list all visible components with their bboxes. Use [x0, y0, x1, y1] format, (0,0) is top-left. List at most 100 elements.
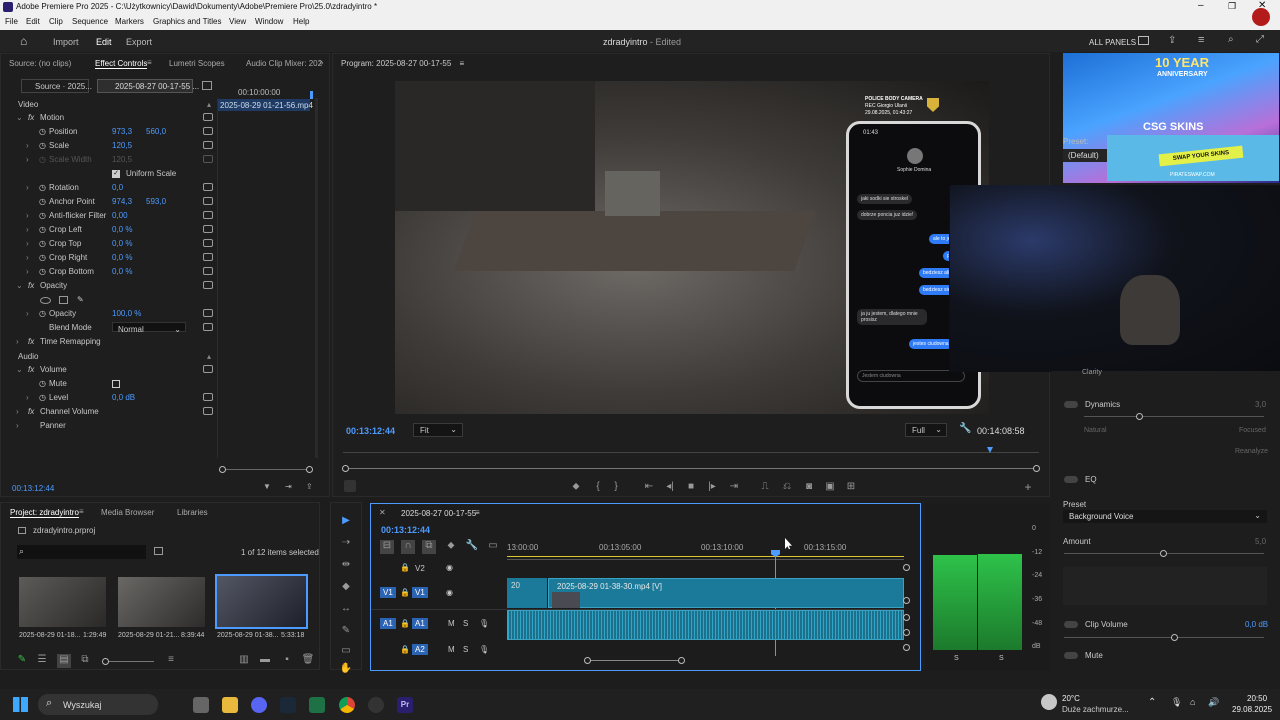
reset-icon[interactable] — [203, 141, 213, 149]
add-marker-icon[interactable]: ⬥ — [569, 481, 583, 495]
clip-volume-toggle[interactable] — [1064, 621, 1078, 628]
pen-tool-icon[interactable]: ✎ — [339, 625, 353, 639]
settings-wrench-icon[interactable]: 🔧 — [465, 540, 479, 554]
export-tab[interactable]: Export — [126, 37, 152, 47]
premiere-taskbar-icon[interactable]: Pr — [397, 697, 413, 713]
timeline-scroll-a1b[interactable] — [903, 629, 910, 636]
prop-panner[interactable]: › Panner — [1, 419, 216, 433]
sequence-tab[interactable]: 2025-08-27 00-17-55 — [401, 509, 476, 518]
extract-icon[interactable]: ⎌ — [780, 481, 794, 495]
program-timecode[interactable]: 00:13:12:44 — [346, 426, 395, 436]
tab-lumetri-scopes[interactable]: Lumetri Scopes — [169, 59, 225, 68]
zoom-scroll-track[interactable] — [223, 469, 309, 470]
stop-icon[interactable]: ■ — [684, 481, 698, 495]
prop-opacity[interactable]: › ◷ Opacity 100,0 % — [1, 307, 216, 321]
go-to-out-icon[interactable]: ⇥ — [727, 481, 741, 495]
menu-window[interactable]: Window — [255, 17, 283, 26]
prop-mute[interactable]: ◷ Mute — [1, 377, 216, 391]
hand-tool-icon[interactable]: ✋ — [339, 663, 353, 677]
sequence-dropdown[interactable]: 2025-08-27 00-17-55 ... — [97, 79, 199, 93]
reset-icon[interactable] — [203, 211, 213, 219]
timeline-scroll-a1[interactable] — [903, 614, 910, 621]
export-frame-icon[interactable]: ⇪ — [306, 482, 313, 491]
discord-icon[interactable] — [251, 697, 267, 713]
clock-date[interactable]: 29.08.2025 — [1232, 705, 1272, 714]
tab-project[interactable]: Project: zdradyintro — [10, 508, 79, 518]
zoom-handle-right[interactable] — [306, 466, 313, 473]
timeline-scroll-v2[interactable] — [903, 564, 910, 571]
premiere-avatar-icon[interactable] — [1252, 8, 1270, 26]
prop-rotation[interactable]: › ◷ Rotation 0,0 — [1, 181, 216, 195]
dynamics-thumb[interactable] — [1136, 413, 1143, 420]
compare-icon[interactable]: ▣ — [823, 481, 837, 495]
audio-collapse-icon[interactable]: ▴ — [207, 352, 211, 361]
close-icon[interactable]: ✕ — [379, 508, 386, 517]
program-settings-icon[interactable] — [344, 480, 356, 492]
reset-icon[interactable] — [203, 365, 213, 373]
prop-scale[interactable]: › ◷ Scale 120,5 — [1, 139, 216, 153]
prop-motion[interactable]: ⌄ fx Motion — [1, 111, 216, 125]
taskbar-search[interactable]: ⌕ Wyszukaj — [38, 694, 158, 715]
freeform-view-icon[interactable]: ⧉ — [78, 654, 92, 668]
mark-out-icon[interactable]: } — [609, 481, 623, 495]
timeline-h-left[interactable] — [584, 657, 591, 664]
amount-thumb[interactable] — [1160, 550, 1167, 557]
weather-icon[interactable] — [1041, 694, 1057, 710]
ripple-edit-icon[interactable]: ⇹ — [339, 559, 353, 573]
folder-icon[interactable]: ▬ — [258, 654, 272, 668]
solo-right[interactable]: S — [999, 655, 1004, 662]
go-to-in-icon[interactable]: ⇤ — [642, 481, 656, 495]
tab-menu-icon[interactable]: ≡ — [475, 508, 480, 517]
solo-left[interactable]: S — [954, 655, 959, 662]
add-marker-icon[interactable]: ⬥ — [444, 540, 458, 554]
audio-clip[interactable] — [507, 610, 904, 640]
reset-icon[interactable] — [203, 183, 213, 191]
insert-nest-icon[interactable]: ⊟ — [380, 540, 394, 554]
microphone-icon[interactable]: 🎙 — [1171, 697, 1182, 708]
share-icon[interactable]: ⇪ — [1168, 35, 1176, 46]
prop-crop-bottom[interactable]: › ◷ Crop Bottom 0,0 % — [1, 265, 216, 279]
timeline-timecode[interactable]: 00:13:12:44 — [381, 525, 430, 535]
edit-tab[interactable]: Edit — [96, 37, 112, 47]
video-collapse-icon[interactable]: ▴ — [207, 100, 211, 109]
mute-toggle[interactable] — [1064, 652, 1078, 659]
menu-sequence[interactable]: Sequence — [72, 17, 108, 26]
program-ruler[interactable] — [343, 445, 1039, 453]
new-item-icon[interactable]: ▪ — [280, 654, 294, 668]
volume-icon[interactable]: 🔊 — [1208, 697, 1219, 708]
reset-icon[interactable] — [203, 309, 213, 317]
snap-icon[interactable]: ∩ — [401, 540, 415, 554]
reset-icon[interactable] — [203, 239, 213, 247]
razor-tool-icon[interactable]: ◆ — [339, 581, 353, 595]
tab-media-browser[interactable]: Media Browser — [101, 508, 154, 517]
timeline-scroll-a2[interactable] — [903, 644, 910, 651]
minimize-icon[interactable]: – — [1198, 0, 1204, 11]
zoom-handle-left[interactable] — [219, 466, 226, 473]
menu-graphics[interactable]: Graphics and Titles — [153, 17, 221, 26]
reset-icon[interactable] — [203, 127, 213, 135]
tab-source[interactable]: Source: (no clips) — [9, 59, 71, 68]
slip-tool-icon[interactable]: ↔ — [339, 603, 353, 617]
overflow-icon[interactable]: » — [319, 58, 323, 67]
fullscreen-icon[interactable]: ⤢ — [1256, 34, 1264, 45]
preset-box[interactable]: (Default) — [1063, 149, 1108, 162]
prop-crop-left[interactable]: › ◷ Crop Left 0,0 % — [1, 223, 216, 237]
tab-menu-icon[interactable]: ≡ — [147, 58, 152, 67]
list-view-icon[interactable]: ☰ — [35, 654, 49, 668]
resolution-dropdown[interactable]: Full ⌄ — [905, 423, 947, 437]
tab-libraries[interactable]: Libraries — [177, 508, 208, 517]
prop-blend-mode[interactable]: Blend Mode Normal ⌄ — [1, 321, 216, 335]
linked-selection-icon[interactable]: ⧉ — [422, 540, 436, 554]
step-forward-icon[interactable]: |▸ — [705, 481, 719, 495]
icon-view-icon[interactable]: ▤ — [57, 654, 71, 668]
video-clip[interactable]: 2025-08-29 01-38-30.mp4 [V] — [548, 578, 904, 608]
network-icon[interactable]: ⌂ — [1190, 697, 1195, 707]
button-editor-icon[interactable]: + — [1021, 480, 1035, 494]
reset-icon[interactable] — [203, 197, 213, 205]
program-scroll-right[interactable] — [1033, 465, 1040, 472]
mark-in-icon[interactable]: { — [591, 481, 605, 495]
camera-icon[interactable]: ◙ — [802, 481, 816, 495]
task-view-icon[interactable] — [193, 697, 209, 713]
prop-anchor-point[interactable]: ◷ Anchor Point 974,3 593,0 — [1, 195, 216, 209]
timeline-ruler[interactable]: 13:00:00 00:13:05:00 00:13:10:00 00:13:1… — [507, 540, 904, 560]
